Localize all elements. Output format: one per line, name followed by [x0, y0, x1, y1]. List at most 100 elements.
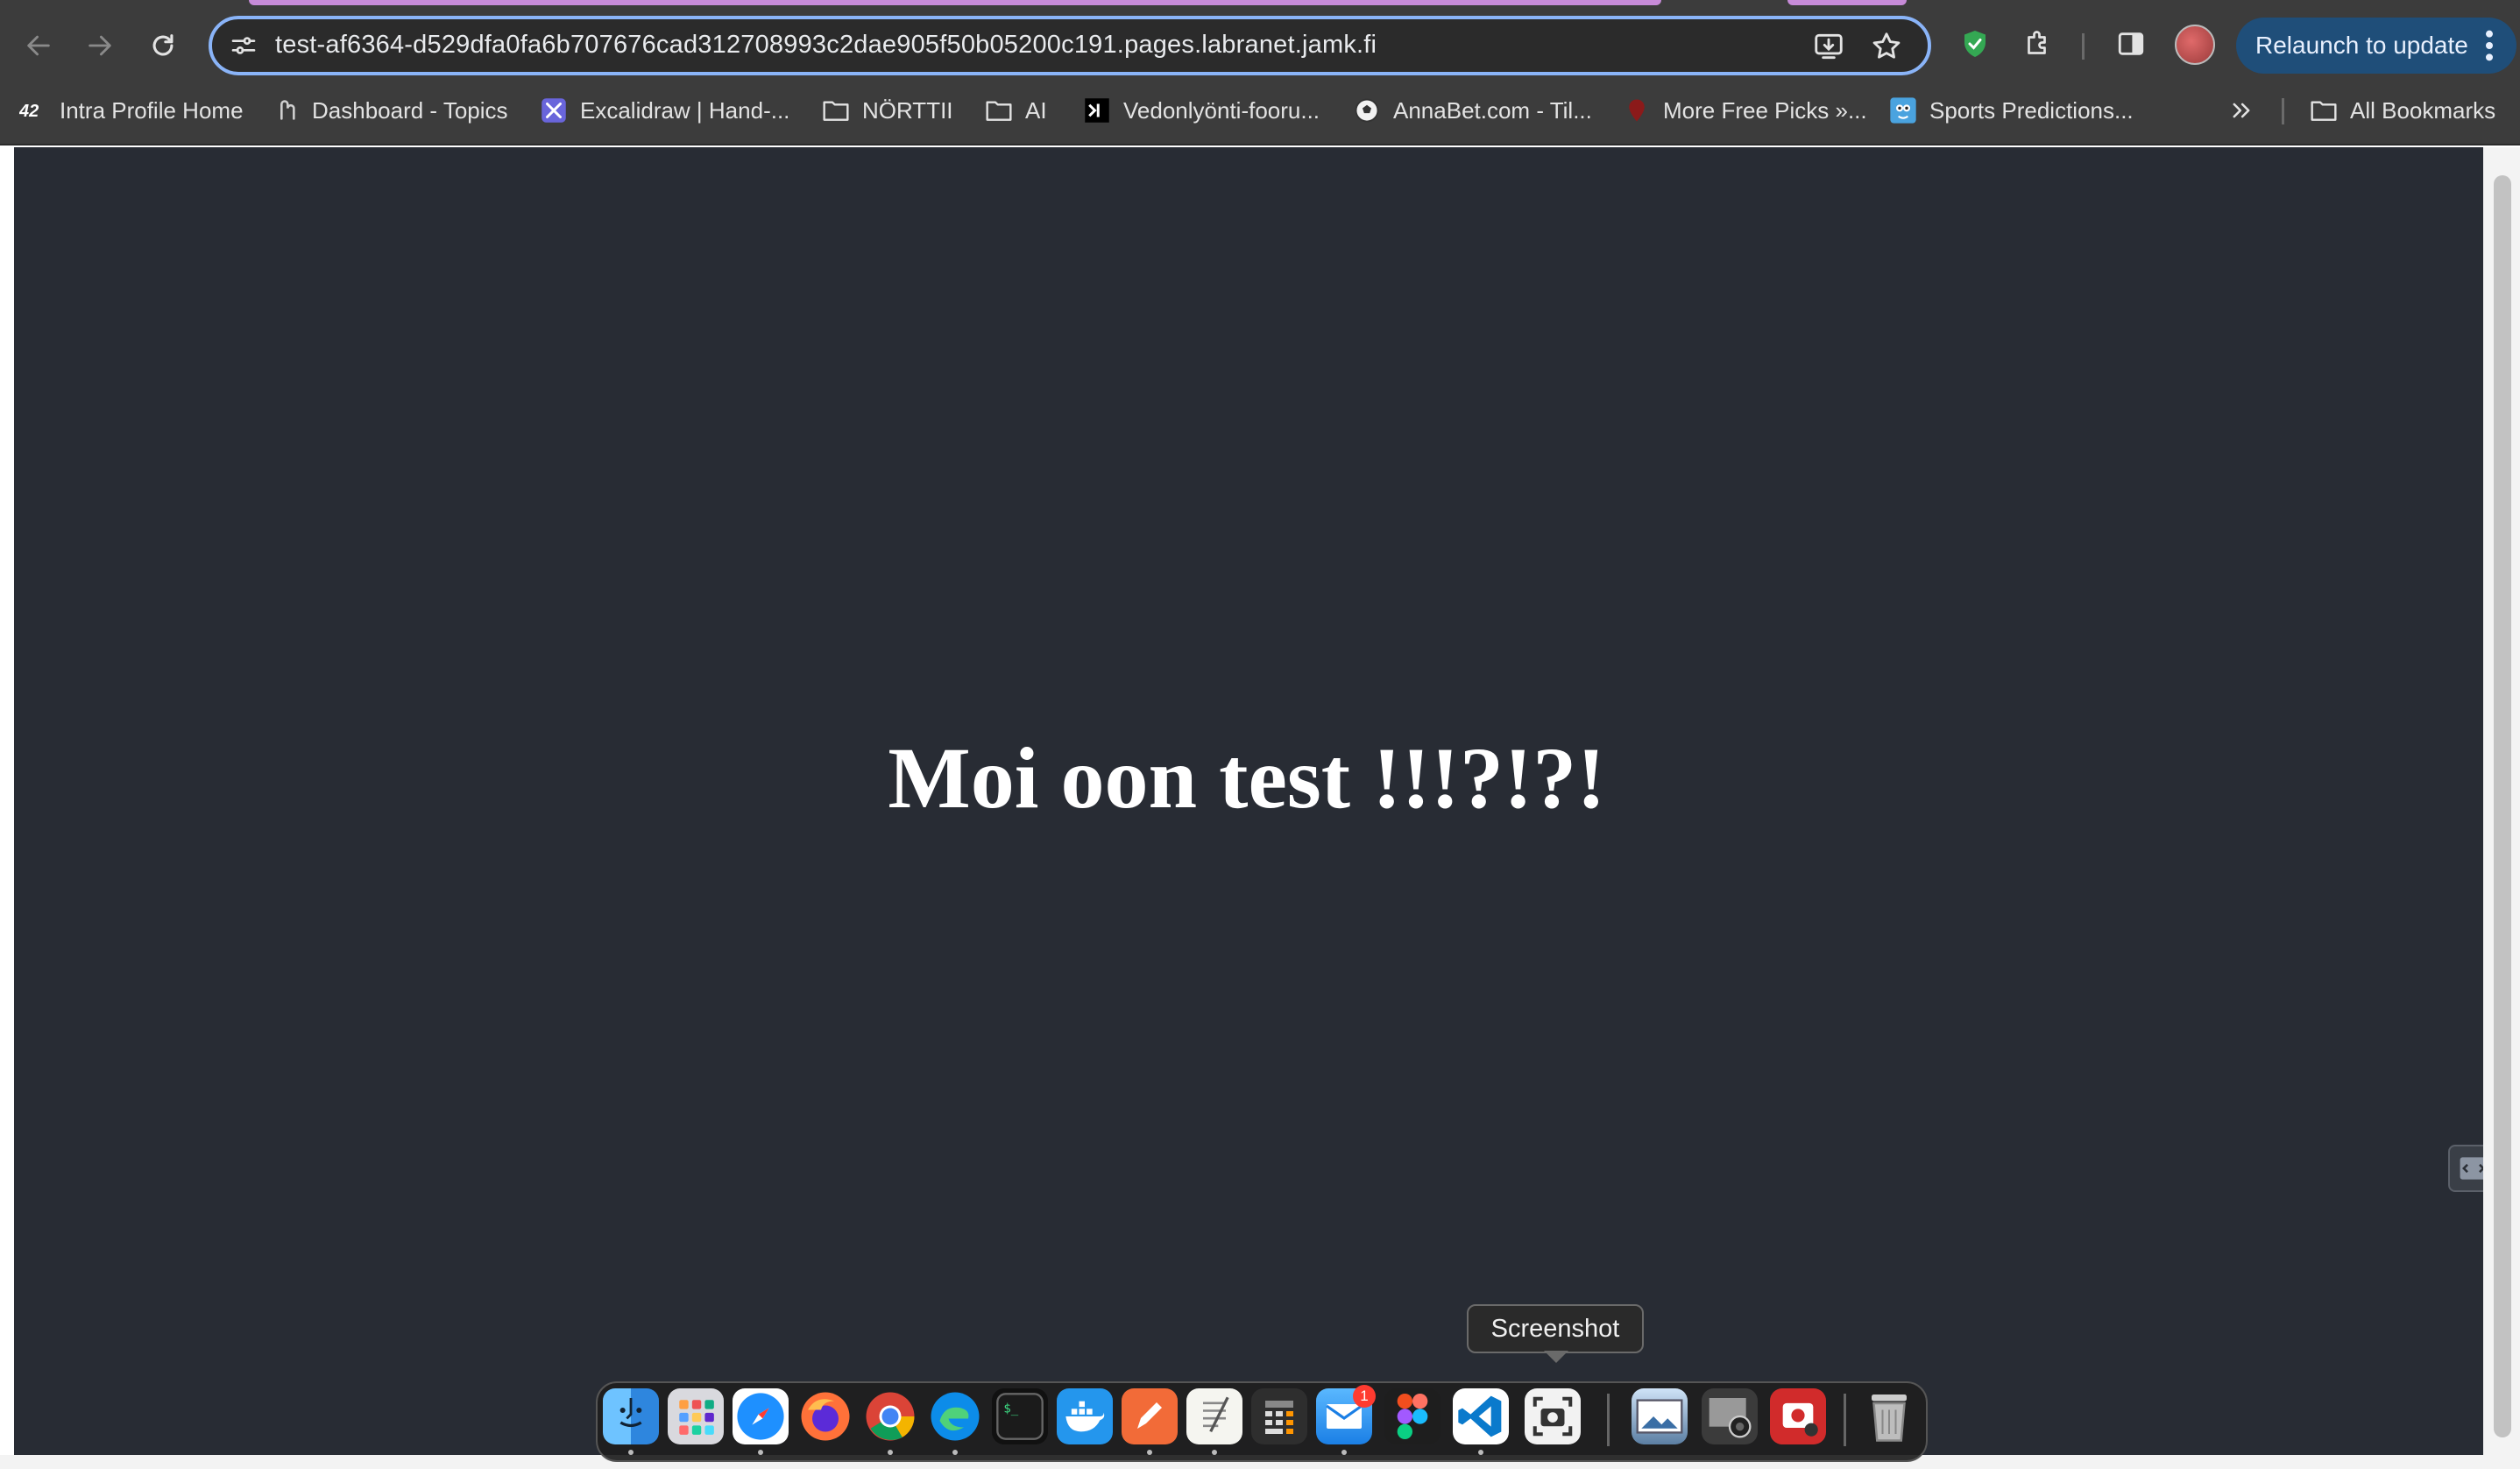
dock-app-trash[interactable] — [1861, 1388, 1917, 1444]
dock-app-firefox[interactable] — [797, 1388, 853, 1444]
image-capture-icon — [1709, 1398, 1752, 1438]
dock-app-preview[interactable] — [1632, 1388, 1688, 1444]
running-indicator — [758, 1450, 763, 1455]
dock-app-image-capture[interactable] — [1702, 1388, 1758, 1444]
dock-app-launchpad[interactable] — [668, 1388, 724, 1444]
terminal-icon: $_ — [996, 1393, 1044, 1440]
bookmark-item[interactable]: 42 Intra Profile Home — [19, 88, 244, 133]
running-indicator — [1147, 1450, 1152, 1455]
reload-icon — [152, 34, 173, 56]
safari-compass-icon — [737, 1393, 784, 1440]
bookmark-item[interactable]: Sports Predictions... — [1889, 88, 2134, 133]
relaunch-label: Relaunch to update — [2255, 32, 2468, 59]
calculator-icon — [1265, 1401, 1293, 1434]
arrow-right-icon — [88, 35, 111, 56]
bookmark-item[interactable]: AnnaBet.com - Til... — [1353, 88, 1592, 133]
active-tab-edge[interactable] — [249, 0, 1661, 5]
dock-app-chrome[interactable] — [862, 1388, 918, 1444]
dock-divider — [1607, 1394, 1610, 1446]
trash-icon — [1872, 1394, 1907, 1442]
bookmark-label: NÖRTTII — [862, 96, 953, 124]
dock-app-screenshot[interactable] — [1525, 1388, 1581, 1444]
url-text[interactable]: test-af6364-d529dfa0fa6b707676cad3127089… — [275, 31, 1377, 60]
dock-tooltip: Screenshot — [1467, 1304, 1644, 1353]
dock-app-vscode[interactable] — [1453, 1388, 1509, 1444]
running-indicator — [1478, 1450, 1483, 1455]
reload-button[interactable] — [138, 21, 188, 70]
scrollbar-thumb[interactable] — [2494, 175, 2511, 1437]
intra-logo-icon: 42 — [19, 96, 47, 124]
shield-icon — [1964, 31, 1986, 57]
dock-app-safari[interactable] — [733, 1388, 789, 1444]
dock-app-pages[interactable] — [1122, 1388, 1178, 1444]
mail-unread-badge: 1 — [1353, 1385, 1376, 1408]
finder-icon — [619, 1398, 642, 1428]
address-bar[interactable]: test-af6364-d529dfa0fa6b707676cad3127089… — [209, 16, 1931, 75]
shield-extension-button[interactable] — [1956, 25, 1994, 63]
photo-booth-icon — [1782, 1402, 1818, 1437]
all-bookmarks-label: All Bookmarks — [2350, 96, 2496, 124]
bookmark-star-icon[interactable] — [1870, 30, 1903, 63]
screenshot-camera-icon — [1533, 1396, 1573, 1437]
dock-divider — [1844, 1394, 1846, 1446]
dock-app-calculator[interactable] — [1251, 1388, 1307, 1444]
pen-icon — [1137, 1402, 1162, 1429]
dock-app-finder[interactable] — [603, 1388, 659, 1444]
svg-text:42: 42 — [19, 102, 39, 121]
side-panel-icon — [2118, 32, 2144, 55]
firefox-icon — [801, 1392, 850, 1441]
folder-icon — [822, 96, 850, 124]
extensions-button[interactable] — [2019, 25, 2057, 63]
vscode-icon — [1458, 1395, 1502, 1437]
excalidraw-favicon-icon — [540, 96, 568, 124]
dock-app-figma[interactable] — [1384, 1388, 1441, 1444]
arrow-left-icon — [27, 35, 50, 56]
bookmark-folder[interactable]: AI — [985, 88, 1047, 133]
bookmark-item[interactable]: Excalidraw | Hand-... — [540, 88, 789, 133]
launchpad-grid-icon — [679, 1400, 714, 1435]
running-indicator — [1212, 1450, 1217, 1455]
preview-photos-icon — [1636, 1399, 1683, 1434]
running-indicator — [1341, 1450, 1347, 1455]
running-indicator — [888, 1450, 893, 1455]
all-bookmarks-button[interactable]: All Bookmarks — [2310, 88, 2495, 133]
profile-avatar[interactable] — [2175, 25, 2215, 65]
more-menu-icon[interactable] — [2485, 28, 2494, 63]
soccer-ball-icon — [1353, 96, 1381, 124]
bookmarks-overflow-button[interactable] — [2229, 88, 2254, 133]
dock-app-textedit[interactable] — [1186, 1388, 1242, 1444]
back-button[interactable] — [14, 21, 63, 70]
install-app-icon[interactable] — [1812, 30, 1845, 63]
toolbar: test-af6364-d529dfa0fa6b707676cad3127089… — [0, 9, 2520, 82]
tab-edge[interactable] — [1787, 0, 1907, 5]
dock-app-docker[interactable] — [1057, 1388, 1113, 1444]
bookmark-label: Dashboard - Topics — [312, 96, 508, 124]
page-heading: Moi oon test !!!?!?! — [888, 729, 1606, 827]
bookmark-item[interactable]: More Free Picks »... — [1623, 88, 1867, 133]
edge-icon — [931, 1392, 980, 1441]
forward-button[interactable] — [75, 21, 124, 70]
bookmark-item[interactable]: Dashboard - Topics — [272, 88, 508, 133]
docker-whale-icon — [1065, 1401, 1105, 1432]
side-panel-button[interactable] — [2112, 25, 2150, 63]
chevron-double-right-icon — [2233, 103, 2250, 118]
bookmark-label: AI — [1025, 96, 1047, 124]
bookmarks-bar: 42 Intra Profile Home Dashboard - Topics… — [0, 88, 2520, 133]
dock-app-edge[interactable] — [927, 1388, 983, 1444]
terminal-favicon-icon — [1083, 96, 1111, 124]
bookmark-label: Vedonlyönti-fooru... — [1123, 96, 1320, 124]
folder-icon — [985, 96, 1013, 124]
dock-app-terminal[interactable]: $_ — [992, 1388, 1048, 1444]
toolbar-divider — [2082, 33, 2085, 60]
bookmark-folder[interactable]: NÖRTTII — [822, 88, 953, 133]
site-settings-icon[interactable] — [230, 32, 258, 60]
chrome-icon — [866, 1392, 915, 1441]
running-indicator — [628, 1450, 634, 1455]
textedit-icon — [1203, 1396, 1229, 1433]
picks-favicon-icon — [1623, 96, 1651, 124]
bookmark-label: AnnaBet.com - Til... — [1393, 96, 1592, 124]
relaunch-button[interactable]: Relaunch to update — [2236, 18, 2516, 74]
puzzle-icon — [2028, 31, 2046, 54]
bookmark-item[interactable]: Vedonlyönti-fooru... — [1083, 88, 1320, 133]
dock-app-photo-booth[interactable] — [1770, 1388, 1826, 1444]
